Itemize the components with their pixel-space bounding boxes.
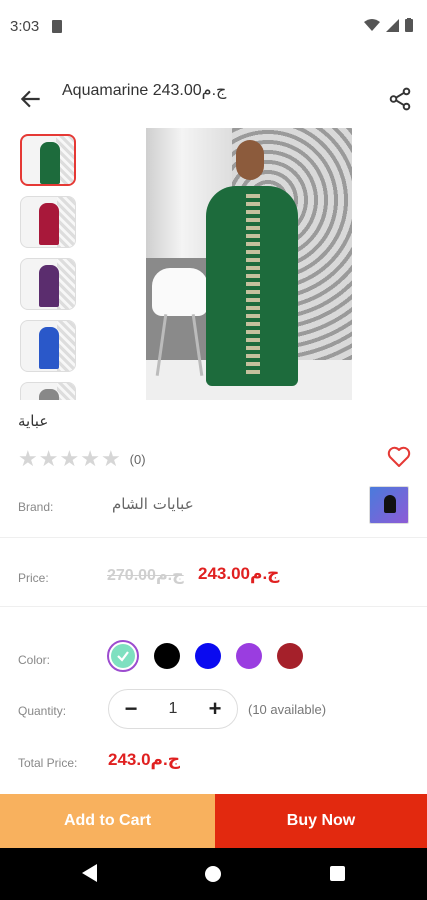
heart-icon[interactable] <box>387 446 411 468</box>
status-time: 3:03 <box>10 18 40 35</box>
decrease-quantity-button[interactable]: − <box>121 698 141 720</box>
color-swatches <box>107 640 303 672</box>
rating-stars: ★ ★ ★ ★ ★ (0) <box>18 448 146 470</box>
thumbnail-list <box>20 134 78 400</box>
total-price-label: Total Price: <box>18 756 78 770</box>
quantity-input[interactable] <box>153 700 193 718</box>
increase-quantity-button[interactable]: + <box>205 698 225 720</box>
product-thumbnail[interactable] <box>20 258 76 310</box>
image-gown-embroidery <box>246 194 260 374</box>
product-main-image[interactable] <box>146 128 352 400</box>
add-to-cart-button[interactable]: Add to Cart <box>0 794 215 848</box>
app-bar: Aquamarine 243.00ج.م <box>0 70 427 126</box>
brand-label: Brand: <box>18 500 54 514</box>
color-label: Color: <box>18 653 51 667</box>
brand-value[interactable]: عبايات الشام <box>112 495 194 513</box>
quantity-label: Quantity: <box>18 704 67 718</box>
color-swatch[interactable] <box>154 643 180 669</box>
color-swatch[interactable] <box>277 643 303 669</box>
signal-icon <box>386 18 399 32</box>
product-thumbnail[interactable] <box>20 320 76 372</box>
back-arrow-icon[interactable] <box>18 86 44 112</box>
share-icon[interactable] <box>387 86 413 112</box>
status-icons <box>364 18 413 32</box>
color-swatch[interactable] <box>107 640 139 672</box>
quantity-available: (10 available) <box>248 702 327 717</box>
star-icon: ★ <box>100 446 121 471</box>
image-model-head <box>236 140 264 180</box>
total-price-value: 243.0ج.م <box>108 750 180 769</box>
color-swatch[interactable] <box>195 643 221 669</box>
system-nav-bar <box>0 848 427 900</box>
divider <box>0 537 427 538</box>
star-icon: ★ <box>59 446 80 471</box>
nav-back-icon[interactable] <box>82 864 97 882</box>
product-name: عباية <box>18 412 49 430</box>
bottom-action-bar: Add to Cart Buy Now <box>0 794 427 848</box>
battery-icon <box>405 18 413 32</box>
image-chair <box>152 268 208 378</box>
product-thumbnail[interactable] <box>20 196 76 248</box>
current-price: 243.00ج.م <box>198 564 280 583</box>
nav-recents-icon[interactable] <box>330 866 345 881</box>
price-label: Price: <box>18 571 49 585</box>
color-swatch[interactable] <box>236 643 262 669</box>
status-bar: 3:03 <box>0 0 427 56</box>
sim-card-icon <box>52 20 62 33</box>
brand-logo[interactable] <box>369 486 409 524</box>
star-icon: ★ <box>38 446 59 471</box>
divider <box>0 606 427 607</box>
page-title: Aquamarine 243.00ج.م <box>62 82 227 99</box>
product-thumbnail[interactable] <box>20 134 76 186</box>
rating-count: (0) <box>129 451 146 467</box>
product-thumbnail[interactable] <box>20 382 76 400</box>
buy-now-button[interactable]: Buy Now <box>215 794 427 848</box>
quantity-stepper: − + <box>108 689 238 729</box>
nav-home-icon[interactable] <box>205 866 221 882</box>
star-icon: ★ <box>80 446 100 471</box>
check-icon <box>117 651 129 662</box>
star-icon: ★ <box>18 446 38 471</box>
wifi-icon <box>364 18 380 31</box>
old-price: 270.00ج.م <box>107 567 184 584</box>
